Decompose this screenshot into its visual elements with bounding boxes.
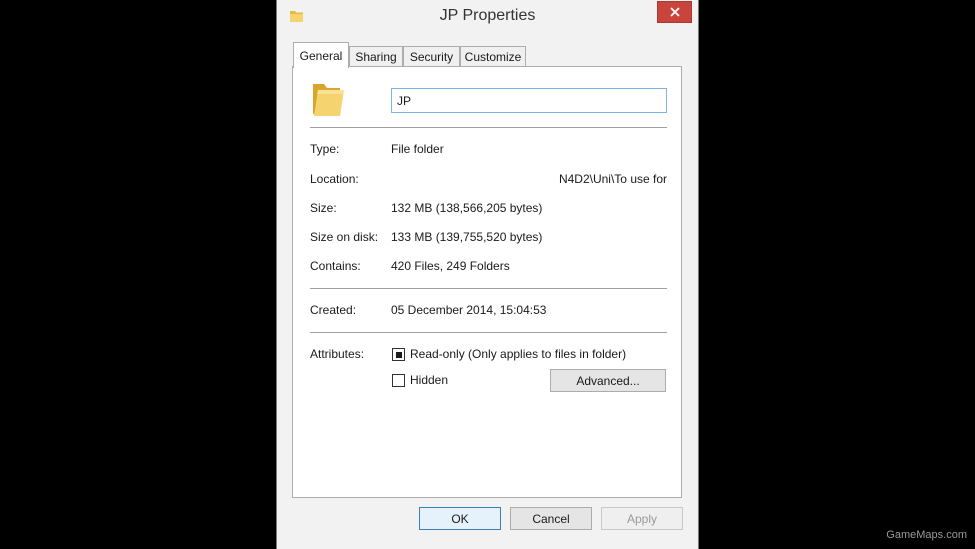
contains-value: 420 Files, 249 Folders xyxy=(391,259,510,273)
size-value: 132 MB (138,566,205 bytes) xyxy=(391,201,543,215)
tab-security[interactable]: Security xyxy=(403,46,460,67)
title-bar[interactable]: JP Properties xyxy=(277,0,698,34)
tab-sharing[interactable]: Sharing xyxy=(349,46,403,67)
read-only-checkbox[interactable] xyxy=(392,348,405,361)
type-value: File folder xyxy=(391,142,444,156)
type-label: Type: xyxy=(310,142,340,156)
tab-customize[interactable]: Customize xyxy=(460,46,526,67)
separator xyxy=(310,288,667,289)
folder-name-input[interactable] xyxy=(391,88,667,113)
created-value: 05 December 2014, 15:04:53 xyxy=(391,303,547,317)
folder-icon xyxy=(313,84,344,116)
general-panel: Type: File folder Location: N4D2\Uni\To … xyxy=(292,66,682,498)
size-label: Size: xyxy=(310,201,337,215)
hidden-checkbox[interactable] xyxy=(392,374,405,387)
attributes-label: Attributes: xyxy=(310,347,365,361)
hidden-label[interactable]: Hidden xyxy=(410,373,448,387)
tab-general[interactable]: General xyxy=(293,42,349,68)
checkbox-indeterminate-mark xyxy=(395,351,402,358)
contains-label: Contains: xyxy=(310,259,361,273)
size-on-disk-value: 133 MB (139,755,520 bytes) xyxy=(391,230,543,244)
advanced-button[interactable]: Advanced... xyxy=(550,369,666,392)
apply-button[interactable]: Apply xyxy=(601,507,683,530)
created-label: Created: xyxy=(310,303,357,317)
read-only-label[interactable]: Read-only (Only applies to files in fold… xyxy=(410,347,626,361)
location-label: Location: xyxy=(310,172,359,186)
separator xyxy=(310,332,667,333)
watermark: GameMaps.com xyxy=(886,529,967,541)
close-icon xyxy=(669,7,680,17)
location-value: N4D2\Uni\To use for xyxy=(558,172,667,186)
size-on-disk-label: Size on disk: xyxy=(310,230,379,244)
close-button[interactable] xyxy=(657,1,692,23)
ok-button[interactable]: OK xyxy=(419,507,501,530)
properties-window: JP Properties General Sharing Security C… xyxy=(276,0,699,549)
cancel-button[interactable]: Cancel xyxy=(510,507,592,530)
window-title: JP Properties xyxy=(439,7,536,24)
separator xyxy=(310,127,667,128)
